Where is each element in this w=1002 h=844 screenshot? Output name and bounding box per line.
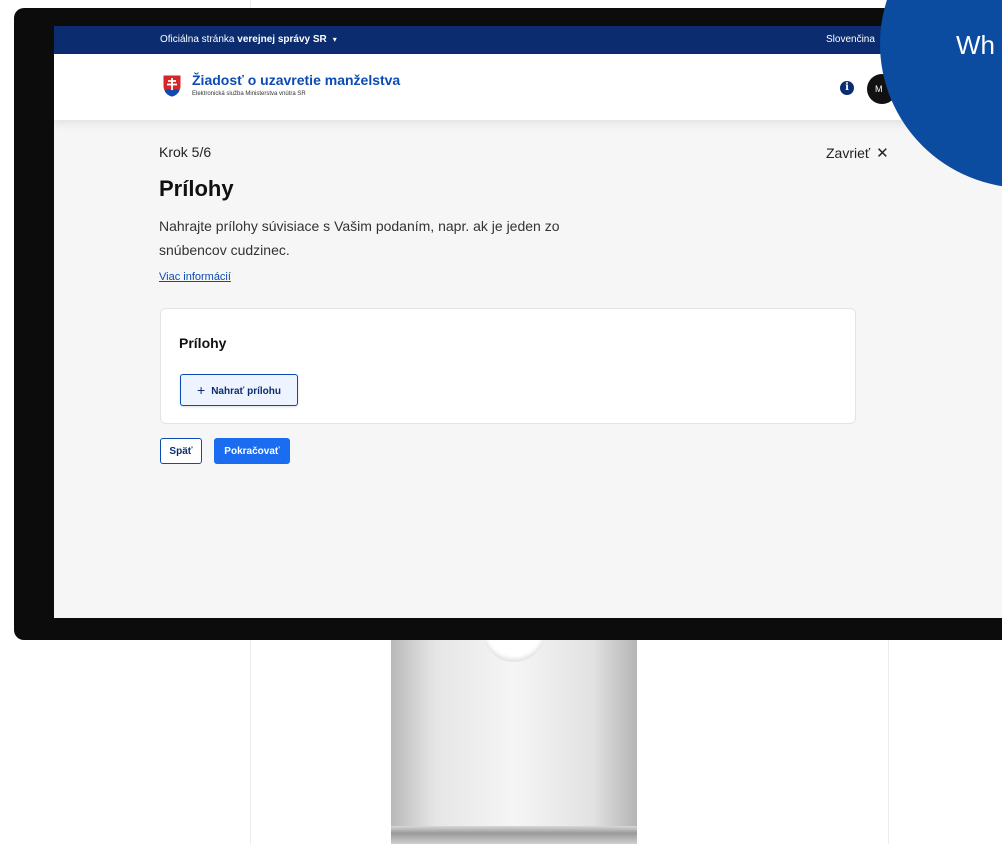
app-subtitle: Elektronická služba Ministerstva vnútra … — [192, 91, 306, 97]
official-site-text: Oficiálna stránka — [160, 34, 238, 45]
attachments-card: Prílohy + Nahrať prílohu — [160, 308, 856, 424]
attachments-card-title: Prílohy — [179, 335, 227, 351]
page-title: Prílohy — [159, 176, 234, 201]
page-description: Nahrajte prílohy súvisiace s Vašim podan… — [159, 218, 560, 258]
monitor-stand — [391, 640, 637, 844]
plus-icon: + — [197, 382, 206, 398]
upload-attachment-label: Nahrať prílohu — [211, 386, 281, 397]
step-indicator: Krok 5/6 — [159, 144, 212, 160]
close-button[interactable]: Zavrieť ✕ — [826, 144, 889, 162]
monitor-bezel: Oficiálna stránka verejnej správy SR ▾ Sl… — [14, 8, 1002, 640]
app-title[interactable]: Žiadosť o uzavretie manželstva — [192, 72, 400, 88]
close-label: Zavrieť — [826, 145, 871, 161]
stage: Oficiálna stránka verejnej správy SR ▾ Sl… — [0, 0, 1002, 844]
continue-button[interactable]: Pokračovať — [214, 438, 290, 464]
chevron-down-icon: ▾ — [332, 35, 337, 44]
official-site-bold: verejnej správy SR — [237, 34, 327, 45]
language-selector[interactable]: Slovenčina — [826, 34, 875, 45]
close-icon: ✕ — [876, 145, 889, 162]
official-site-toggle[interactable]: Oficiálna stránka verejnej správy SR ▾ — [160, 34, 337, 45]
more-info-link[interactable]: Viac informácií — [159, 271, 231, 283]
upload-attachment-button[interactable]: + Nahrať prílohu — [180, 374, 298, 406]
app-header: Žiadosť o uzavretie manželstva Elektroni… — [54, 54, 1002, 120]
overlay-badge-text: Wh — [956, 30, 995, 60]
back-button[interactable]: Späť — [160, 438, 202, 464]
coat-of-arms-icon — [162, 74, 182, 98]
government-topbar: Oficiálna stránka verejnej správy SR ▾ Sl… — [54, 26, 1002, 54]
info-icon[interactable]: i — [840, 81, 854, 95]
monitor-screen: Oficiálna stránka verejnej správy SR ▾ Sl… — [54, 26, 1002, 618]
monitor-stand-base — [391, 826, 637, 844]
